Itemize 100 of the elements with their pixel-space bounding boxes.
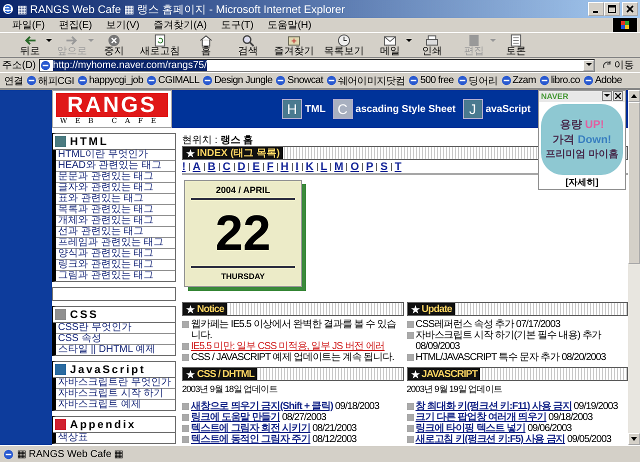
index-link[interactable]: O bbox=[350, 160, 359, 173]
sidebar-link[interactable]: 그림과 관련있는 태그 bbox=[56, 271, 175, 281]
toolbar-button[interactable]: 새로고침 bbox=[136, 33, 184, 57]
toolbar-button[interactable]: 인쇄 bbox=[412, 33, 452, 57]
link-button[interactable]: Design Jungle bbox=[202, 75, 272, 86]
index-link[interactable]: C bbox=[222, 160, 231, 173]
caret-icon bbox=[631, 437, 637, 441]
menu-item[interactable]: 파일(F) bbox=[12, 18, 45, 32]
toolbar-button[interactable]: 메일 bbox=[370, 33, 410, 57]
sidebar-link[interactable]: CSS란 무엇인가 bbox=[56, 323, 175, 334]
link-button[interactable]: Adobe bbox=[582, 75, 622, 86]
link-button[interactable]: happycgi_job bbox=[76, 75, 144, 86]
index-link[interactable]: ! bbox=[182, 160, 186, 173]
nav-link[interactable]: TML bbox=[305, 104, 326, 114]
index-link[interactable]: S bbox=[380, 160, 388, 173]
article-link[interactable]: 창 최대화 키(펑크션 키:F11) 사용 금지 bbox=[416, 401, 572, 412]
menu-item[interactable]: 보기(V) bbox=[106, 18, 140, 32]
scroll-thumb[interactable] bbox=[628, 102, 640, 264]
bullet-icon bbox=[182, 354, 189, 361]
sidebar-link[interactable]: 자바스크립트란 무엇인가 bbox=[56, 378, 175, 389]
toolbar-button[interactable]: 뒤로 bbox=[10, 33, 50, 57]
article-link[interactable]: 새창으로 띄우기 금지(Shift + 클릭) bbox=[191, 401, 334, 412]
article-link[interactable]: 링크에 도움말 만들기 bbox=[191, 412, 280, 423]
sidebar-link[interactable]: 링크와 관련있는 태그 bbox=[56, 260, 175, 271]
bullet-icon bbox=[406, 403, 414, 410]
notice-link[interactable]: IE5.5 미만: 일부 CSS 미적용, 일부 JS 버전 에러 bbox=[191, 341, 385, 352]
link-button[interactable]: Zzam bbox=[500, 75, 536, 86]
toolbar-button[interactable]: 검색 bbox=[228, 33, 268, 57]
index-link[interactable]: T bbox=[394, 160, 402, 173]
article-date: 08/12/2003 bbox=[312, 434, 356, 445]
menu-item[interactable]: 도구(T) bbox=[220, 18, 254, 32]
close-button[interactable] bbox=[613, 91, 623, 102]
maximize-button[interactable] bbox=[604, 2, 620, 16]
index-link[interactable]: M bbox=[334, 160, 344, 173]
go-button[interactable]: 이동 bbox=[598, 58, 638, 72]
sidebar-link[interactable]: 목록과 관련있는 태그 bbox=[56, 205, 175, 216]
menu-item[interactable]: 도움말(H) bbox=[268, 18, 312, 32]
sidebar-link[interactable]: HEAD와 관련있는 태그 bbox=[56, 161, 175, 172]
address-field[interactable]: http://myhome.naver.com/rangs75/ bbox=[38, 58, 595, 72]
index-link[interactable]: K bbox=[306, 160, 314, 173]
toolbar-button[interactable]: 목록보기 bbox=[320, 33, 368, 57]
calendar-day: 22 bbox=[191, 200, 295, 268]
link-button[interactable]: 쉐어이미지닷컴 bbox=[326, 74, 406, 88]
link-button[interactable]: Snowcat bbox=[275, 75, 323, 86]
details-link[interactable]: [자세히] bbox=[566, 176, 598, 189]
link-button[interactable]: CGIMALL bbox=[146, 75, 200, 86]
sidebar-link[interactable]: 문문과 관련있는 태그 bbox=[56, 172, 175, 183]
scroll-up-button[interactable] bbox=[628, 90, 640, 102]
sidebar-link[interactable]: HTML이란 무엇인가 bbox=[56, 150, 175, 161]
toolbar-button[interactable]: 토론 bbox=[496, 33, 536, 57]
sidebar-link[interactable]: 양식과 관련있는 태그 bbox=[56, 249, 175, 260]
index-link[interactable]: D bbox=[238, 160, 246, 173]
article-link[interactable]: 새로고침 키(펑크션 키:F5) 사용 금지 bbox=[416, 434, 566, 445]
article-link[interactable]: 크기 다른 팝업창 여러개 띄우기 bbox=[416, 412, 546, 423]
index-link[interactable]: B bbox=[208, 160, 216, 173]
caret-icon bbox=[490, 39, 496, 43]
ad-banner[interactable]: 용량 UP! 가격 Down! 프리미엄 마이홈 bbox=[541, 104, 623, 175]
index-link[interactable]: L bbox=[320, 160, 328, 173]
scroll-down-button[interactable] bbox=[628, 433, 640, 445]
minimize-button[interactable] bbox=[588, 2, 604, 16]
nav-link[interactable]: ascading Style Sheet bbox=[356, 104, 456, 114]
index-link[interactable]: E bbox=[252, 160, 260, 173]
sidebar-link[interactable]: 프레임과 관련있는 태그 bbox=[56, 238, 175, 249]
sidebar-link[interactable]: CSS 속성 bbox=[56, 334, 175, 345]
toolbar-button[interactable]: 즐겨찾기 bbox=[270, 33, 318, 57]
link-button[interactable]: 500 free bbox=[408, 75, 454, 86]
index-link[interactable]: P bbox=[366, 160, 374, 173]
sidebar-link[interactable]: 글자와 관련있는 태그 bbox=[56, 183, 175, 194]
link-button[interactable]: 딩어리 bbox=[456, 74, 498, 88]
menu-item[interactable]: 편집(E) bbox=[58, 18, 92, 32]
index-link[interactable]: H bbox=[280, 160, 289, 173]
sidebar-link[interactable]: 색상표 bbox=[56, 433, 175, 443]
sidebar-link[interactable]: 선과 관련있는 태그 bbox=[56, 227, 175, 238]
nav-link[interactable]: avaScript bbox=[486, 104, 531, 114]
toolbar-button[interactable]: 홈 bbox=[186, 33, 226, 57]
article-link[interactable]: 링크에 타이핑 텍스트 넣기 bbox=[416, 423, 526, 434]
sidebar-link[interactable]: 자바스크립트 예제 bbox=[56, 400, 175, 410]
link-button[interactable]: 해피CGI bbox=[26, 74, 74, 88]
link-button[interactable]: libro.co bbox=[538, 75, 580, 86]
notice-text: HTML/JAVASCRIPT 특수 문자 추가 08/20/2003 bbox=[416, 352, 606, 363]
sidebar-link[interactable]: 표와 관련있는 태그 bbox=[56, 194, 175, 205]
dropdown-button[interactable] bbox=[602, 91, 612, 102]
index-link[interactable]: F bbox=[266, 160, 274, 173]
menu-item[interactable]: 즐겨찾기(A) bbox=[153, 18, 207, 32]
letter-button[interactable]: H bbox=[282, 99, 302, 119]
index-link[interactable]: I bbox=[296, 160, 299, 173]
sidebar-link[interactable]: 개체와 관련있는 태그 bbox=[56, 216, 175, 227]
sidebar-link[interactable]: 스타일 || DHTML 예제 bbox=[56, 345, 175, 355]
scrollbar[interactable] bbox=[628, 90, 640, 445]
index-link[interactable]: A bbox=[192, 160, 201, 173]
letter-button[interactable]: J bbox=[462, 99, 483, 119]
bullet-icon bbox=[406, 354, 414, 361]
article-link[interactable]: 텍스트에 동적인 그림자 주기 bbox=[191, 434, 310, 445]
envelope-icon bbox=[382, 34, 398, 46]
page-icon bbox=[3, 448, 14, 460]
status-text: ▦ RANGS Web Cafe ▦ bbox=[17, 448, 124, 460]
toolbar-button[interactable]: 중지 bbox=[94, 33, 134, 57]
article-date: 08/21/2003 bbox=[312, 423, 356, 434]
sidebar-link[interactable]: 자바스크립트 시작 하기 bbox=[56, 389, 175, 400]
article-link[interactable]: 텍스트에 그림자 회전 시키기 bbox=[191, 423, 310, 434]
